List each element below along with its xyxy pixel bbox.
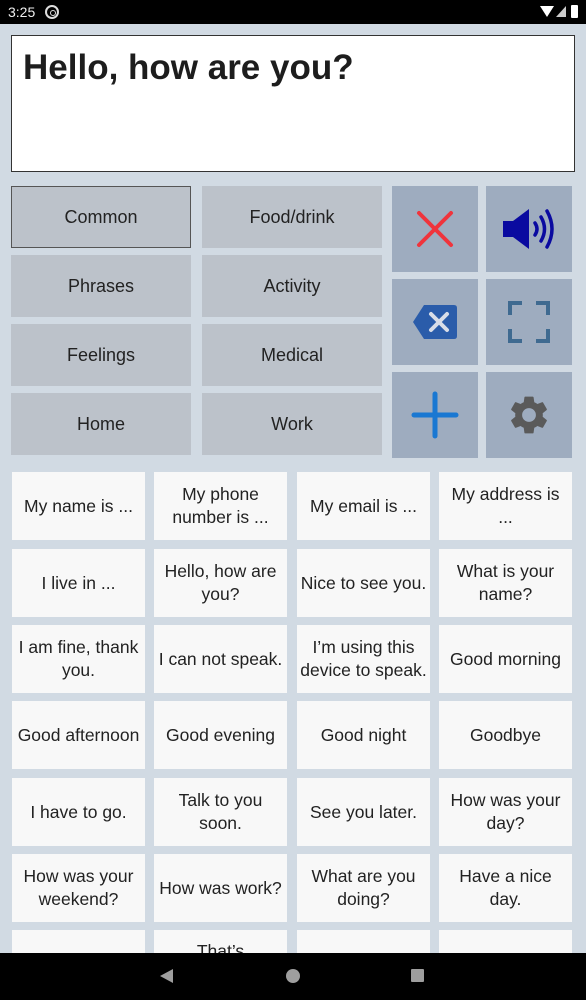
back-icon[interactable] bbox=[160, 969, 173, 983]
phrase-button[interactable]: I am fine, thank you. bbox=[12, 625, 145, 693]
phrase-button[interactable]: I live in ... bbox=[12, 549, 145, 617]
phrase-label: Talk to you soon. bbox=[178, 790, 263, 833]
phrase-label: How was work? bbox=[159, 877, 282, 898]
category-label: Home bbox=[76, 413, 125, 434]
backspace-button[interactable] bbox=[392, 279, 478, 365]
phrase-button[interactable]: Talk to you soon. bbox=[154, 778, 287, 846]
phrase-button[interactable]: My phone number is ... bbox=[154, 472, 287, 540]
app-root: 3:25 Hello, how are you? Common Food/dri… bbox=[0, 0, 586, 1000]
phrase-label: Nice to see you. bbox=[300, 572, 427, 593]
phrase-label: My name is ... bbox=[24, 495, 133, 516]
phrase-label: My address is ... bbox=[451, 484, 560, 527]
phrase-label: Have a nice day. bbox=[459, 866, 552, 909]
phrase-button[interactable]: See you later. bbox=[297, 778, 430, 846]
phrase-label: I’m using this device to speak. bbox=[300, 637, 427, 680]
category-label: Feelings bbox=[66, 344, 136, 365]
category-home[interactable]: Home bbox=[11, 393, 191, 455]
phrase-label: My email is ... bbox=[310, 495, 417, 516]
fullscreen-button[interactable] bbox=[486, 279, 572, 365]
speech-text: Hello, how are you? bbox=[23, 48, 354, 87]
category-label: Activity bbox=[263, 275, 321, 296]
category-work[interactable]: Work bbox=[202, 393, 382, 455]
plus-icon bbox=[411, 391, 459, 439]
phrase-button[interactable]: What are you doing? bbox=[297, 854, 430, 922]
status-icons bbox=[540, 5, 578, 18]
phrase-button[interactable]: Good night bbox=[297, 701, 430, 769]
phrase-button[interactable]: Nice to see you. bbox=[297, 549, 430, 617]
category-label: Phrases bbox=[67, 275, 135, 296]
recents-icon[interactable] bbox=[411, 969, 424, 982]
speak-button[interactable] bbox=[486, 186, 572, 272]
status-time: 3:25 bbox=[8, 4, 36, 20]
battery-icon bbox=[571, 5, 578, 18]
category-label: Common bbox=[64, 206, 138, 227]
phrase-button[interactable]: How was your day? bbox=[439, 778, 572, 846]
speaker-icon bbox=[503, 209, 554, 249]
navigation-bar bbox=[0, 953, 586, 1000]
phrase-label: Goodbye bbox=[469, 724, 542, 745]
phrase-label: I live in ... bbox=[41, 572, 116, 593]
phrase-button[interactable]: What is your name? bbox=[439, 549, 572, 617]
backspace-icon bbox=[413, 305, 457, 339]
category-food-drink[interactable]: Food/drink bbox=[202, 186, 382, 248]
phrase-label: What is your name? bbox=[456, 561, 555, 604]
phrase-button[interactable]: Good morning bbox=[439, 625, 572, 693]
phrase-label: Good morning bbox=[450, 648, 561, 669]
phrase-label: Hello, how are you? bbox=[164, 561, 277, 604]
settings-button[interactable] bbox=[486, 372, 572, 458]
phrase-button[interactable]: Good evening bbox=[154, 701, 287, 769]
phrase-button[interactable]: Goodbye bbox=[439, 701, 572, 769]
phrase-button[interactable]: I’m using this device to speak. bbox=[297, 625, 430, 693]
fullscreen-icon bbox=[508, 301, 550, 343]
phrase-button[interactable]: I have to go. bbox=[12, 778, 145, 846]
status-bar: 3:25 bbox=[0, 0, 586, 24]
phrase-button[interactable]: Hello, how are you? bbox=[154, 549, 287, 617]
signal-icon bbox=[556, 6, 566, 17]
phrase-button[interactable]: My name is ... bbox=[12, 472, 145, 540]
speech-text-box[interactable]: Hello, how are you? bbox=[11, 35, 575, 172]
phrase-button[interactable]: Have a nice day. bbox=[439, 854, 572, 922]
phrase-label: What are you doing? bbox=[311, 866, 416, 909]
sync-icon bbox=[45, 5, 59, 19]
phrase-label: Good night bbox=[320, 724, 407, 745]
category-common[interactable]: Common bbox=[11, 186, 191, 248]
category-label: Food/drink bbox=[249, 206, 335, 227]
close-icon bbox=[417, 211, 453, 247]
phrase-label: Good afternoon bbox=[17, 724, 140, 745]
category-label: Work bbox=[271, 413, 313, 434]
phrase-label: Good evening bbox=[166, 724, 275, 745]
category-label: Medical bbox=[260, 344, 324, 365]
gear-icon bbox=[511, 396, 547, 434]
category-phrases[interactable]: Phrases bbox=[11, 255, 191, 317]
phrase-button[interactable]: How was work? bbox=[154, 854, 287, 922]
phrase-button[interactable]: I can not speak. bbox=[154, 625, 287, 693]
category-activity[interactable]: Activity bbox=[202, 255, 382, 317]
phrase-label: How was your weekend? bbox=[23, 866, 134, 909]
add-button[interactable] bbox=[392, 372, 478, 458]
phrase-button[interactable]: My email is ... bbox=[297, 472, 430, 540]
phrase-button[interactable]: How was your weekend? bbox=[12, 854, 145, 922]
phrase-label: I have to go. bbox=[30, 801, 127, 822]
clear-button[interactable] bbox=[392, 186, 478, 272]
wifi-icon bbox=[540, 6, 554, 17]
category-medical[interactable]: Medical bbox=[202, 324, 382, 386]
phrase-button[interactable]: My address is ... bbox=[439, 472, 572, 540]
phrase-label: I am fine, thank you. bbox=[18, 637, 139, 680]
phrase-label: How was your day? bbox=[450, 790, 561, 833]
phrase-label: My phone number is ... bbox=[172, 484, 269, 527]
phrase-label: I can not speak. bbox=[158, 648, 283, 669]
home-icon[interactable] bbox=[286, 969, 300, 983]
phrase-label: See you later. bbox=[309, 801, 418, 822]
phrase-button[interactable]: Good afternoon bbox=[12, 701, 145, 769]
category-feelings[interactable]: Feelings bbox=[11, 324, 191, 386]
